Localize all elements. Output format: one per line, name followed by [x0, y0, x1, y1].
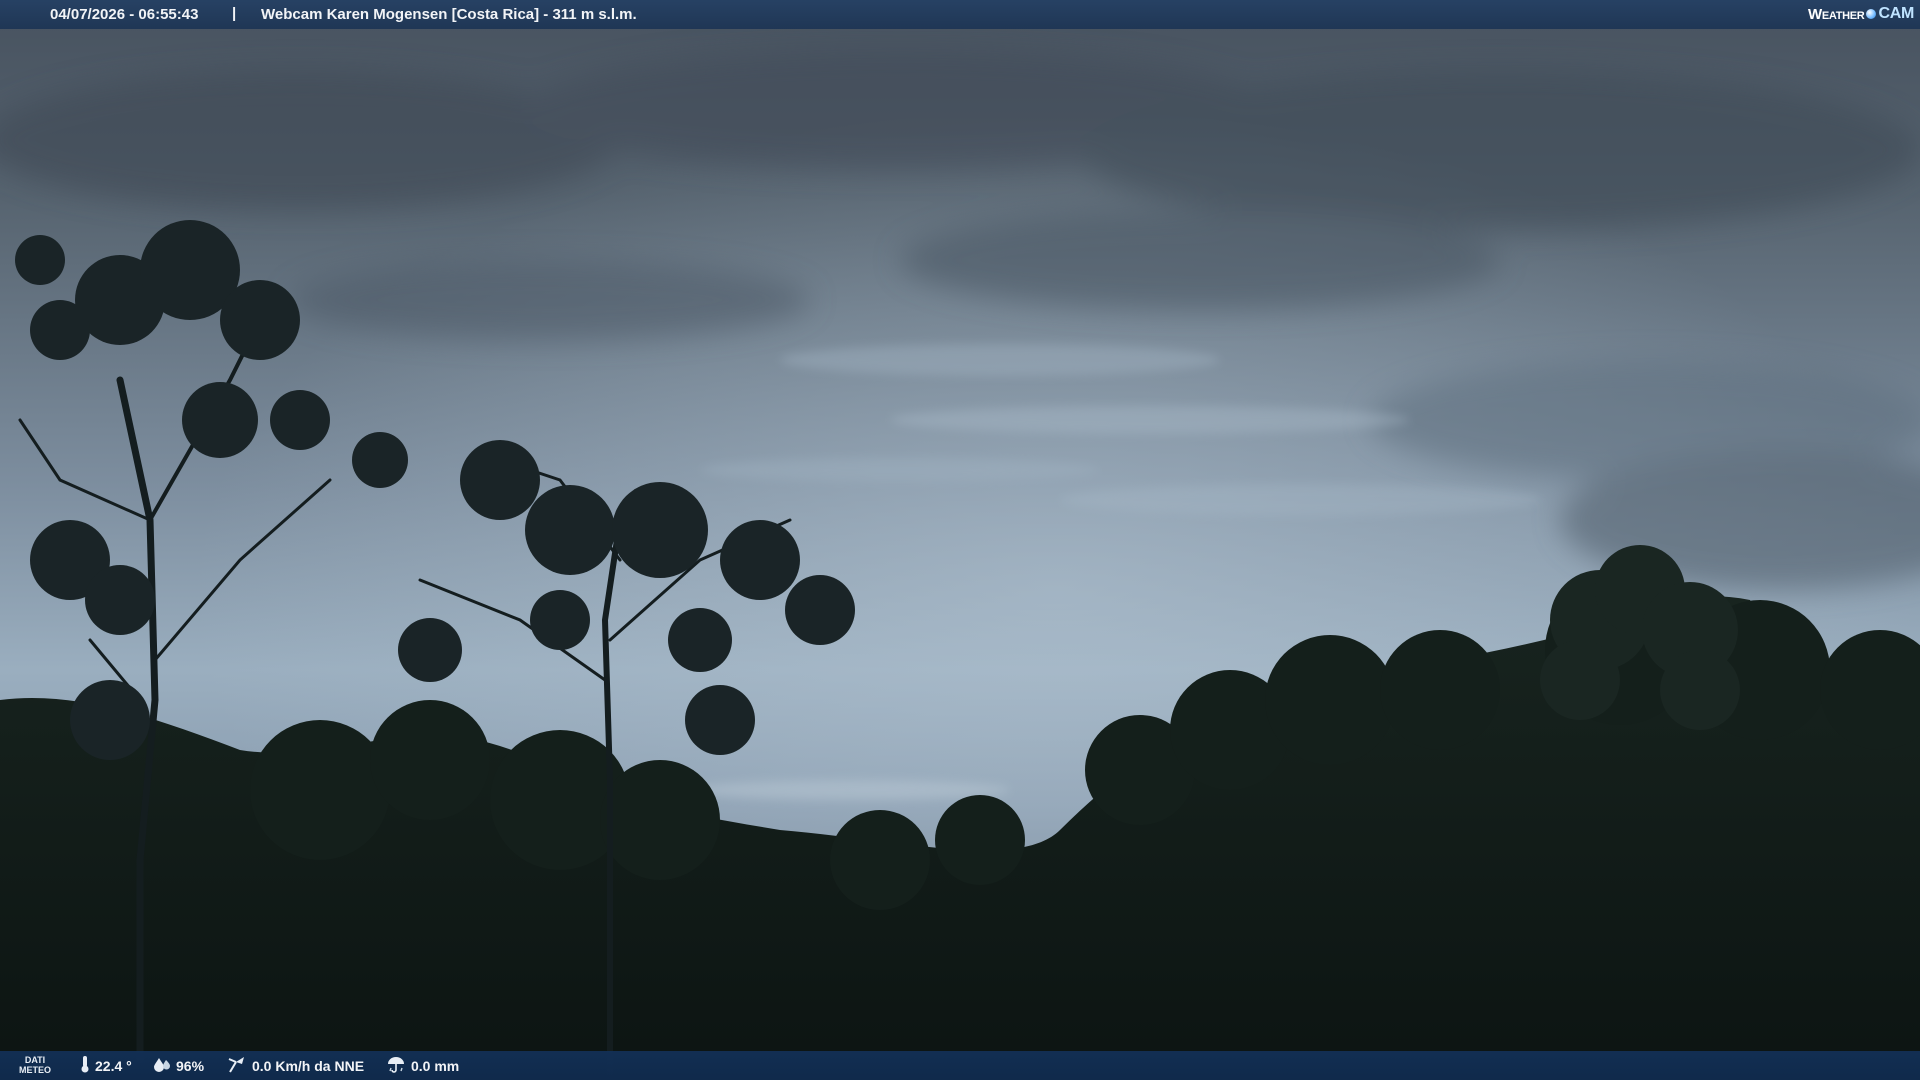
- meteo-label: DATI METEO: [18, 1055, 52, 1075]
- title-separator: |: [232, 5, 237, 22]
- humidity-value: 96%: [176, 1057, 205, 1074]
- weathercam-logo: Weather CAM: [1808, 3, 1914, 25]
- temperature-value: 22.4 °: [95, 1057, 132, 1074]
- thermometer-icon: [80, 1055, 90, 1076]
- meteo-label-line1: DATI: [24, 1055, 46, 1065]
- logo-weather-text: Weather: [1807, 5, 1865, 23]
- top-info-bar: 04/07/2026 - 06:55:43 | Webcam Karen Mog…: [0, 0, 1920, 29]
- humidity-reading: 96%: [153, 1051, 204, 1080]
- webcam-frame: 04/07/2026 - 06:55:43 | Webcam Karen Mog…: [0, 0, 1920, 1080]
- meteo-data-bar: DATI METEO 22.4 ° 96% 0.0 Km/h da NNE 0.…: [0, 1051, 1920, 1080]
- temperature-reading: 22.4 °: [80, 1051, 132, 1080]
- capture-datetime: 04/07/2026 - 06:55:43: [50, 6, 199, 23]
- wind-icon: [227, 1055, 247, 1076]
- wind-reading: 0.0 Km/h da NNE: [227, 1051, 364, 1080]
- webcam-image: [0, 0, 1920, 1080]
- rain-value: 0.0 mm: [411, 1057, 460, 1074]
- wind-value: 0.0 Km/h da NNE: [252, 1057, 365, 1074]
- humidity-icon: [153, 1056, 171, 1075]
- logo-cam-text: CAM: [1878, 5, 1914, 22]
- rain-reading: 0.0 mm: [386, 1051, 459, 1080]
- meteo-label-line2: METEO: [18, 1065, 51, 1075]
- webcam-title: Webcam Karen Mogensen [Costa Rica] - 311…: [261, 6, 637, 23]
- logo-globe-icon: [1866, 9, 1877, 19]
- rain-icon: [386, 1055, 406, 1076]
